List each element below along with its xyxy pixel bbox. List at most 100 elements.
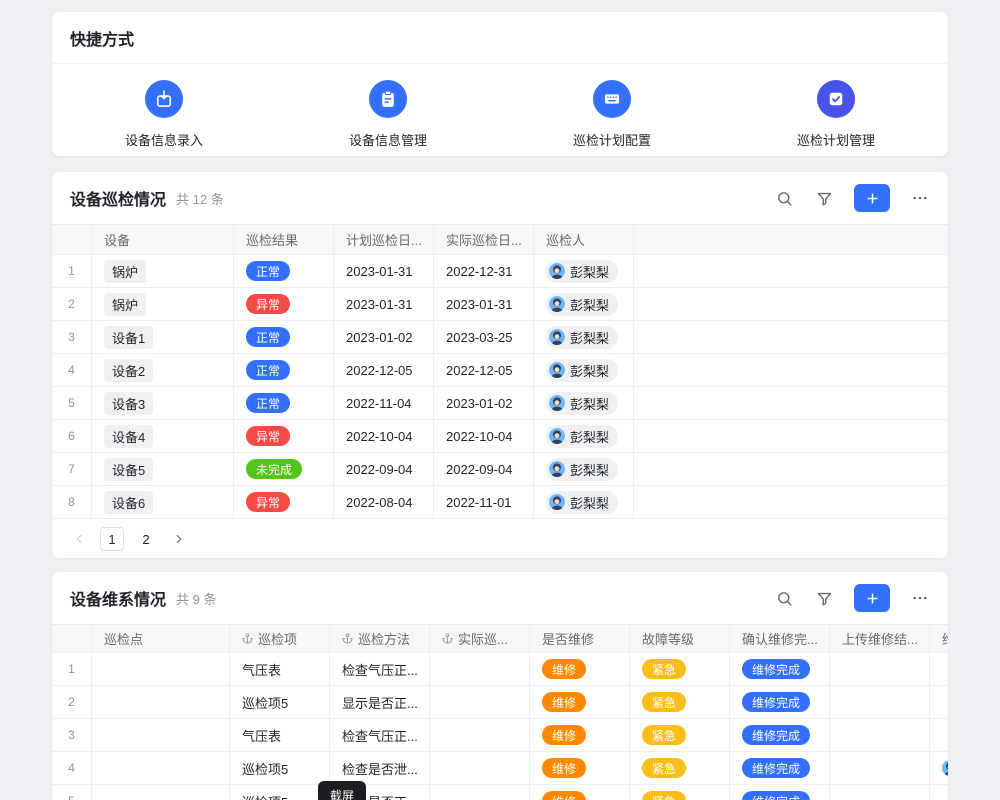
next-page-button[interactable] [168, 528, 190, 550]
row-number: 8 [52, 486, 92, 518]
avatar [549, 263, 565, 279]
column-header-level[interactable]: 故障等级 [630, 625, 730, 652]
actual-date: 2022-12-31 [434, 255, 534, 287]
person-chip: 彭梨梨 [546, 326, 618, 349]
maintenance-title: 设备维系情况 [70, 586, 166, 610]
table-row[interactable]: 3 气压表 检查气压正... 维修 紧急 维修完成 [52, 719, 948, 752]
row-number: 7 [52, 453, 92, 485]
column-header-point[interactable]: 巡检点 [92, 625, 230, 652]
planned-date: 2022-08-04 [334, 486, 434, 518]
confirm-badge: 维修完成 [742, 725, 810, 745]
actual-cell [430, 653, 530, 685]
last-cell [930, 752, 948, 784]
prev-page-button[interactable] [68, 528, 90, 550]
status-badge: 正常 [246, 393, 290, 413]
column-header-repair[interactable]: 是否维修 [530, 625, 630, 652]
maintenance-table-header: 巡检点 巡检项 巡检方法 实际巡... 是否维修 故障等级 确认维修完... 上… [52, 625, 948, 653]
method-cell: 检查气压正... [330, 653, 430, 685]
keyboard-icon [593, 80, 631, 118]
clipboard-icon [369, 80, 407, 118]
item-cell: 巡检项5 [230, 752, 330, 784]
shortcut-label: 设备信息录入 [125, 130, 203, 149]
column-header-inspector[interactable]: 巡检人 [534, 225, 634, 254]
avatar [549, 362, 565, 378]
check-square-icon [817, 80, 855, 118]
column-header-confirm[interactable]: 确认维修完... [730, 625, 830, 652]
person-chip: 彭梨梨 [546, 425, 618, 448]
table-row[interactable]: 1 锅炉 正常 2023-01-31 2022-12-31 彭梨梨 [52, 255, 948, 288]
column-header-filler [634, 225, 948, 254]
column-header-last[interactable]: 维 [930, 625, 948, 652]
page-2-button[interactable]: 2 [134, 527, 158, 551]
table-row[interactable]: 6 设备4 异常 2022-10-04 2022-10-04 彭梨梨 [52, 420, 948, 453]
level-badge: 紧急 [642, 725, 686, 745]
column-header-method[interactable]: 巡检方法 [330, 625, 430, 652]
filter-icon[interactable] [814, 588, 834, 608]
add-record-button[interactable] [854, 184, 890, 212]
shortcut-plan-manage[interactable]: 巡检计划管理 [724, 80, 948, 149]
row-number: 1 [52, 653, 92, 685]
lookup-icon [342, 633, 353, 644]
filter-icon[interactable] [814, 188, 834, 208]
search-icon[interactable] [774, 188, 794, 208]
actual-date: 2023-01-31 [434, 288, 534, 320]
status-badge: 正常 [246, 261, 290, 281]
actual-cell [430, 752, 530, 784]
planned-date: 2022-10-04 [334, 420, 434, 452]
planned-date: 2022-11-04 [334, 387, 434, 419]
avatar [549, 428, 565, 444]
level-badge: 紧急 [642, 659, 686, 679]
table-row[interactable]: 2 巡检项5 显示是否正... 维修 紧急 维修完成 [52, 686, 948, 719]
table-row[interactable]: 5 巡检项5 显示是否正... 维修 紧急 维修完成 [52, 785, 948, 800]
avatar [549, 494, 565, 510]
table-row[interactable]: 7 设备5 未完成 2022-09-04 2022-09-04 彭梨梨 [52, 453, 948, 486]
table-row[interactable]: 3 设备1 正常 2023-01-02 2023-03-25 彭梨梨 [52, 321, 948, 354]
column-header-planned[interactable]: 计划巡检日... [334, 225, 434, 254]
row-number: 3 [52, 321, 92, 353]
status-badge: 异常 [246, 426, 290, 446]
lookup-icon [242, 633, 253, 644]
row-number: 1 [52, 255, 92, 287]
status-badge: 正常 [246, 360, 290, 380]
more-icon[interactable] [910, 188, 930, 208]
device-entry-icon [145, 80, 183, 118]
table-row[interactable]: 4 巡检项5 检查是否泄... 维修 紧急 维修完成 [52, 752, 948, 785]
person-chip: 彭梨梨 [546, 359, 618, 382]
table-row[interactable]: 8 设备6 异常 2022-08-04 2022-11-01 彭梨梨 [52, 486, 948, 519]
actual-date: 2022-11-01 [434, 486, 534, 518]
confirm-badge: 维修完成 [742, 791, 810, 800]
person-chip: 彭梨梨 [546, 458, 618, 481]
status-badge: 异常 [246, 294, 290, 314]
table-row[interactable]: 4 设备2 正常 2022-12-05 2022-12-05 彭梨梨 [52, 354, 948, 387]
table-row[interactable]: 1 气压表 检查气压正... 维修 紧急 维修完成 [52, 653, 948, 686]
planned-date: 2022-09-04 [334, 453, 434, 485]
maintenance-card: 设备维系情况 共 9 条 巡检点 巡检项 巡检方法 实际巡... 是否维修 故 [52, 572, 948, 800]
column-header-actual[interactable]: 实际巡检日... [434, 225, 534, 254]
column-header-upload[interactable]: 上传维修结... [830, 625, 930, 652]
column-header-actual[interactable]: 实际巡... [430, 625, 530, 652]
shortcut-device-entry[interactable]: 设备信息录入 [52, 80, 276, 149]
column-header-result[interactable]: 巡检结果 [234, 225, 334, 254]
table-row[interactable]: 2 锅炉 异常 2023-01-31 2023-01-31 彭梨梨 [52, 288, 948, 321]
shortcut-device-manage[interactable]: 设备信息管理 [276, 80, 500, 149]
repair-badge: 维修 [542, 725, 586, 745]
column-header-device[interactable]: 设备 [92, 225, 234, 254]
more-icon[interactable] [910, 588, 930, 608]
table-row[interactable]: 5 设备3 正常 2022-11-04 2023-01-02 彭梨梨 [52, 387, 948, 420]
last-cell [930, 653, 948, 685]
search-icon[interactable] [774, 588, 794, 608]
column-header-index [52, 625, 92, 652]
add-record-button[interactable] [854, 584, 890, 612]
maintenance-count: 共 9 条 [176, 589, 216, 608]
confirm-badge: 维修完成 [742, 692, 810, 712]
person-name: 彭梨梨 [570, 427, 609, 446]
repair-badge: 维修 [542, 692, 586, 712]
planned-date: 2022-12-05 [334, 354, 434, 386]
page-1-button[interactable]: 1 [100, 527, 124, 551]
column-header-item[interactable]: 巡检项 [230, 625, 330, 652]
shortcut-plan-config[interactable]: 巡检计划配置 [500, 80, 724, 149]
row-number: 3 [52, 719, 92, 751]
status-badge: 未完成 [246, 459, 302, 479]
avatar [942, 760, 948, 776]
device-chip: 锅炉 [104, 293, 146, 316]
